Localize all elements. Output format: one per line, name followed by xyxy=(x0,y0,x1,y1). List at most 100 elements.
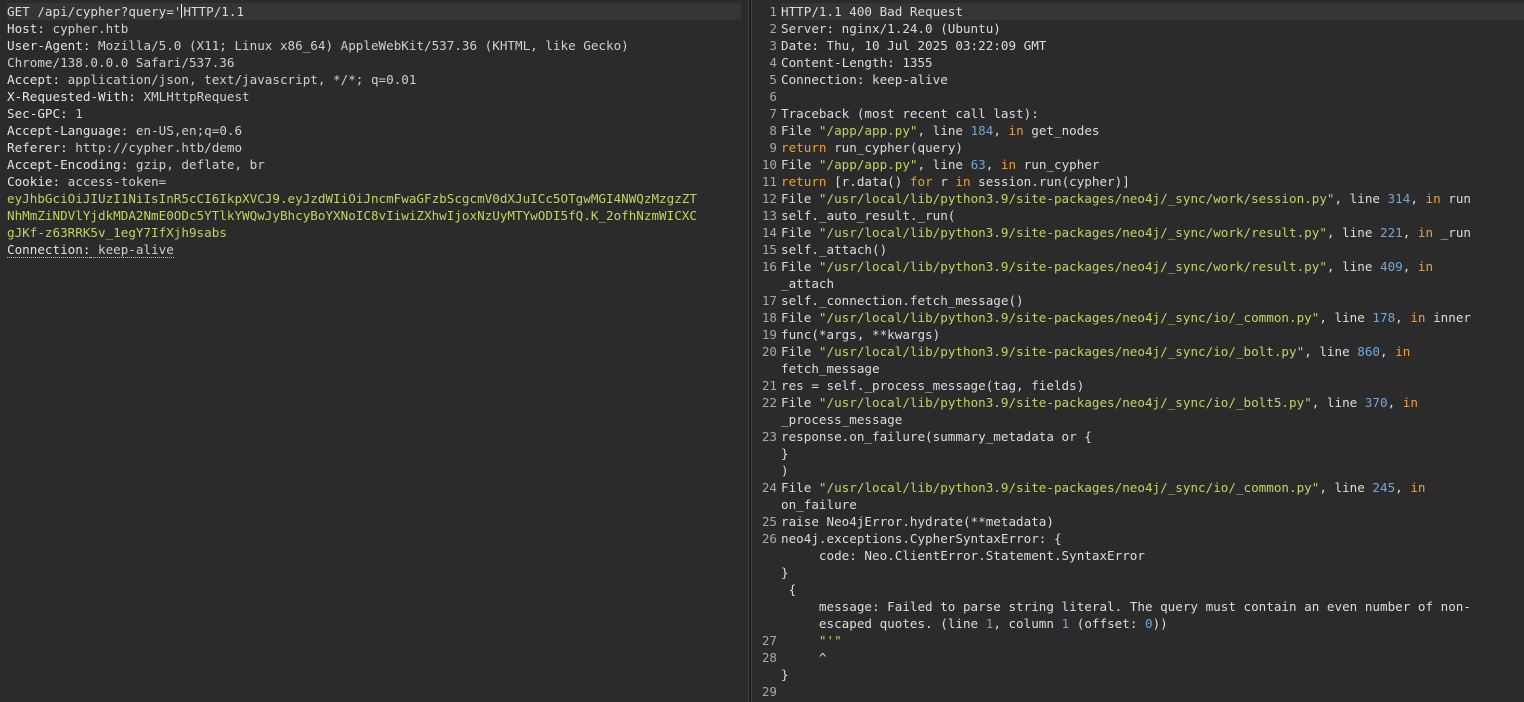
response-line-text: HTTP/1.1 400 Bad Request xyxy=(781,3,1524,20)
line-number: 8 xyxy=(769,123,777,138)
header-value: application/json, text/javascript, */*; … xyxy=(60,72,417,87)
request-header-line[interactable]: Accept-Language: en-US,en;q=0.6 xyxy=(7,122,741,139)
line-number: 3 xyxy=(769,38,777,53)
response-line: 15 self._attach() xyxy=(752,241,1524,258)
cookie-token-line: gJKf-z63RRK5v_1egY7IfXjh9sabs xyxy=(7,225,227,240)
line-number xyxy=(752,598,781,615)
line-number: 10 xyxy=(761,157,777,172)
request-header-line[interactable]: Accept: application/json, text/javascrip… xyxy=(7,71,741,88)
header-value: gzip, deflate, br xyxy=(128,157,265,172)
request-header-line[interactable]: User-Agent: Mozilla/5.0 (X11; Linux x86_… xyxy=(7,37,741,54)
header-value: access-token= xyxy=(60,174,167,189)
response-line: code: Neo.ClientError.Statement.SyntaxEr… xyxy=(752,547,1524,564)
header-value: en-US,en;q=0.6 xyxy=(128,123,243,138)
line-number: 4 xyxy=(769,55,777,70)
response-line-text: fetch_message xyxy=(781,361,880,376)
line-number: 14 xyxy=(761,225,777,240)
response-line-text: Date: Thu, 10 Jul 2025 03:22:09 GMT xyxy=(781,38,1047,53)
header-name: Host: xyxy=(7,21,45,36)
request-method-path: GET /api/cypher?query=' xyxy=(7,4,182,19)
response-line-text: } xyxy=(781,446,789,461)
response-line: _attach xyxy=(752,275,1524,292)
request-header-line[interactable]: Host: cypher.htb xyxy=(7,20,741,37)
request-line[interactable]: GET /api/cypher?query=' HTTP/1.1 xyxy=(7,3,741,20)
response-line: 27 "'" xyxy=(752,632,1524,649)
line-number: 23 xyxy=(761,429,777,444)
response-line-text: "'" xyxy=(818,633,842,648)
response-line: 28 ^ xyxy=(752,649,1524,666)
request-text[interactable]: GET /api/cypher?query=' HTTP/1.1 Host: cy… xyxy=(0,0,748,258)
line-number xyxy=(752,462,781,479)
line-number: 28 xyxy=(761,650,777,665)
response-line: 1 HTTP/1.1 400 Bad Request xyxy=(752,3,1524,20)
response-line-text: File "/app/app.py", line 184, in get_nod… xyxy=(781,123,1100,138)
line-number: 29 xyxy=(761,684,777,699)
response-line: 23 response.on_failure(summary_metadata o… xyxy=(752,428,1524,445)
request-header-line[interactable]: X-Requested-With: XMLHttpRequest xyxy=(7,88,741,105)
response-line: 3 Date: Thu, 10 Jul 2025 03:22:09 GMT xyxy=(752,37,1524,54)
header-name: Cookie: xyxy=(7,174,61,189)
request-editor[interactable]: GET /api/cypher?query=' HTTP/1.1 Host: cy… xyxy=(0,0,748,702)
line-number xyxy=(752,581,781,598)
header-value: cypher.htb xyxy=(44,21,129,36)
header-name: Sec-GPC: xyxy=(7,106,68,121)
line-number: 22 xyxy=(761,395,777,410)
response-line-text: raise Neo4jError.hydrate(**metadata) xyxy=(781,514,1054,529)
line-number: 9 xyxy=(769,140,777,155)
response-line-text: self._auto_result._run( xyxy=(781,208,956,223)
response-line: 25 raise Neo4jError.hydrate(**metadata) xyxy=(752,513,1524,530)
header-name: Accept-Language: xyxy=(7,123,129,138)
response-line: 26 neo4j.exceptions.CypherSyntaxError: { xyxy=(752,530,1524,547)
response-line: 9 return run_cypher(query) xyxy=(752,139,1524,156)
response-line-text: File "/usr/local/lib/python3.9/site-pack… xyxy=(781,480,1426,495)
line-number: 27 xyxy=(761,633,777,648)
response-line-text: _process_message xyxy=(781,412,903,427)
response-line-text: File "/usr/local/lib/python3.9/site-pack… xyxy=(781,344,1411,359)
response-line-text: code: Neo.ClientError.Statement.SyntaxEr… xyxy=(781,548,1145,563)
response-line: fetch_message xyxy=(752,360,1524,377)
response-line-text: self._attach() xyxy=(781,242,888,257)
line-number: 5 xyxy=(769,72,777,87)
line-number xyxy=(752,547,781,564)
line-number: 24 xyxy=(761,480,777,495)
request-header-line[interactable]: Cookie: access-token= xyxy=(7,173,741,190)
response-line-text: Content-Length: 1355 xyxy=(781,55,933,70)
response-line: 11 return [r.data() for r in session.run(… xyxy=(752,173,1524,190)
response-line: 22 File "/usr/local/lib/python3.9/site-pa… xyxy=(752,394,1524,411)
line-number: 25 xyxy=(761,514,777,529)
response-line-text: { xyxy=(781,582,797,597)
line-number: 19 xyxy=(761,327,777,342)
response-line-text: File "/usr/local/lib/python3.9/site-pack… xyxy=(781,191,1472,206)
header-value: http://cypher.htb/demo xyxy=(67,140,243,155)
response-line-text: func(*args, **kwargs) xyxy=(781,327,941,342)
line-number: 13 xyxy=(761,208,777,223)
line-number: 18 xyxy=(761,310,777,325)
response-line: 21 res = self._process_message(tag, field… xyxy=(752,377,1524,394)
response-line: on_failure xyxy=(752,496,1524,513)
request-header-line[interactable]: Accept-Encoding: gzip, deflate, br xyxy=(7,156,741,173)
response-line-text: File "/usr/local/lib/python3.9/site-pack… xyxy=(781,310,1472,325)
header-name: Referer: xyxy=(7,140,68,155)
request-header-line[interactable]: Chrome/138.0.0.0 Safari/537.36 xyxy=(7,54,741,71)
response-line-text: File "/usr/local/lib/python3.9/site-pack… xyxy=(781,259,1434,274)
response-line: _process_message xyxy=(752,411,1524,428)
line-number xyxy=(752,411,781,428)
connection-header[interactable]: Connection: keep-alive xyxy=(7,241,741,258)
response-line-text: } xyxy=(781,667,789,682)
request-header-line[interactable]: Referer: http://cypher.htb/demo xyxy=(7,139,741,156)
response-line: escaped quotes. (line 1, column 1 (offse… xyxy=(752,615,1524,632)
response-viewer[interactable]: 1 HTTP/1.1 400 Bad Request 2 Server: nginx/… xyxy=(752,0,1524,702)
header-value: 1 xyxy=(67,106,83,121)
header-name: X-Requested-With: xyxy=(7,89,136,104)
response-line: 2 Server: nginx/1.24.0 (Ubuntu) xyxy=(752,20,1524,37)
response-line-text: self._connection.fetch_message() xyxy=(781,293,1024,308)
line-number: 1 xyxy=(769,4,777,19)
line-number xyxy=(752,360,781,377)
header-value: Mozilla/5.0 (X11; Linux x86_64) AppleWeb… xyxy=(90,38,629,53)
response-line-text: Connection: keep-alive xyxy=(781,72,948,87)
response-line: message: Failed to parse string literal.… xyxy=(752,598,1524,615)
cookie-token-line: NhMmZiNDVlYjdkMDA2NmE0ODc5YTlkYWQwJyBhcy… xyxy=(7,208,697,223)
response-line-text: File "/app/app.py", line 63, in run_cyph… xyxy=(781,157,1100,172)
response-line: 6 xyxy=(752,88,1524,105)
request-header-line[interactable]: Sec-GPC: 1 xyxy=(7,105,741,122)
